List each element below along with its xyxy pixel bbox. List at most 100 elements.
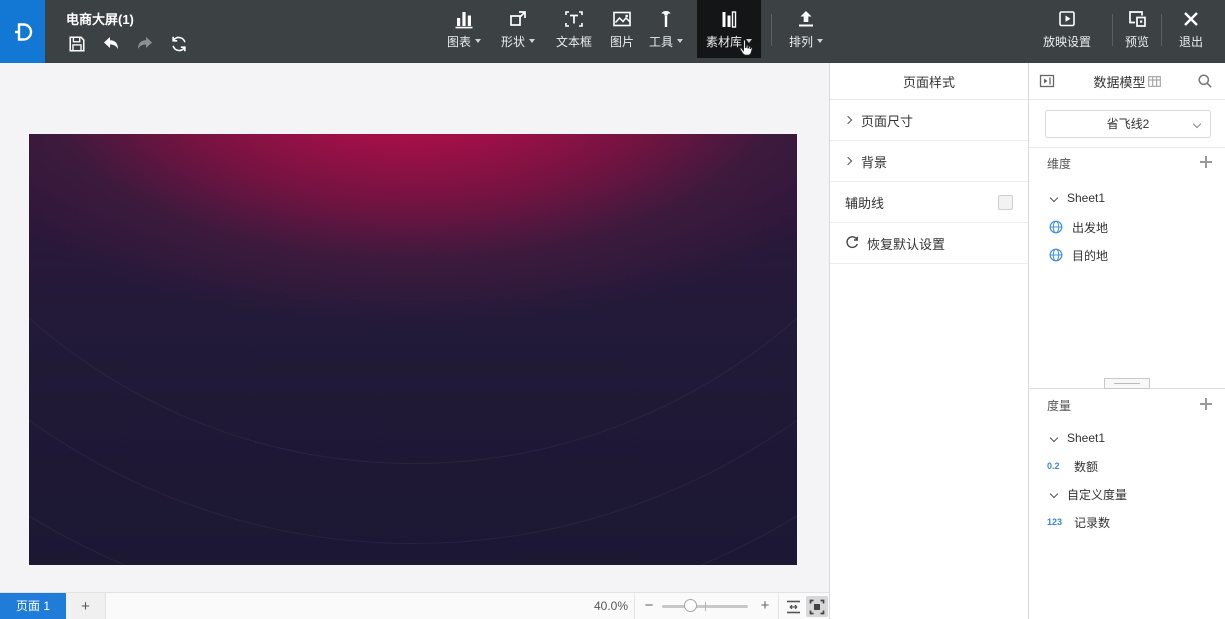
page-size-label: 页面尺寸 xyxy=(861,111,913,130)
measure-field-record-count[interactable]: 123 记录数 xyxy=(1029,511,1225,533)
undo-button[interactable] xyxy=(100,33,121,54)
chevron-right-icon xyxy=(844,157,852,165)
redo-icon xyxy=(135,35,155,53)
fit-screen-button[interactable] xyxy=(806,596,828,617)
zoom-slider-handle[interactable] xyxy=(684,599,697,612)
field-name: 出发地 xyxy=(1072,219,1108,236)
shape-icon xyxy=(507,9,529,29)
reset-icon xyxy=(845,236,859,250)
tool-label: 工具 xyxy=(649,33,673,50)
design-canvas[interactable] xyxy=(29,134,797,565)
toolbar-separator xyxy=(1161,14,1162,46)
search-fields-button[interactable] xyxy=(1197,73,1213,89)
background-section[interactable]: 背景 xyxy=(830,141,1028,182)
search-icon xyxy=(1197,73,1213,89)
measures-label: 度量 xyxy=(1047,397,1071,414)
page-style-panel-title: 页面样式 xyxy=(830,63,1028,100)
dimensions-label: 维度 xyxy=(1047,155,1071,172)
dataset-selector[interactable]: 省飞线2 xyxy=(1045,110,1211,138)
page-size-section[interactable]: 页面尺寸 xyxy=(830,100,1028,141)
collapse-panel-icon xyxy=(1039,73,1055,89)
toolbar-separator xyxy=(1112,14,1113,46)
tool-label: 文本框 xyxy=(556,33,592,50)
canvas-arc xyxy=(29,134,797,565)
tool-label: 图表 xyxy=(447,33,471,50)
tool-play-settings[interactable]: 放映设置 xyxy=(1030,0,1104,58)
measure-group-custom[interactable]: 自定义度量 xyxy=(1029,483,1225,505)
tool-label: 预览 xyxy=(1125,33,1149,50)
tool-textbox[interactable]: 文本框 xyxy=(548,0,600,58)
material-library-icon xyxy=(718,9,740,29)
tool-tools[interactable]: 工具 xyxy=(642,0,690,58)
workspace xyxy=(0,63,830,592)
tools-icon xyxy=(655,9,677,29)
background-label: 背景 xyxy=(861,152,887,171)
panel-resize-handle[interactable] xyxy=(1104,378,1150,389)
fit-width-button[interactable] xyxy=(782,596,804,617)
group-name: Sheet1 xyxy=(1067,431,1105,445)
top-toolbar: 电商大屏(1) 图表 形状 文本框 xyxy=(0,0,1225,63)
tool-material-library[interactable]: 素材库 xyxy=(697,0,761,58)
zoom-slider[interactable] xyxy=(662,605,748,608)
dropdown-caret-icon xyxy=(677,39,683,43)
data-model-title: 数据模型 xyxy=(1093,72,1145,91)
group-name: 自定义度量 xyxy=(1067,486,1127,503)
dimension-field-origin[interactable]: 出发地 xyxy=(1029,216,1225,238)
dropdown-caret-icon xyxy=(475,39,481,43)
dimension-group-sheet1[interactable]: Sheet1 xyxy=(1029,187,1225,209)
tool-label: 图片 xyxy=(610,33,634,50)
zoom-in-button[interactable]: + xyxy=(756,593,774,619)
zoom-out-button[interactable]: − xyxy=(640,593,658,619)
data-model-panel: 数据模型 省飞线2 维度 Sheet1 出发地 xyxy=(1028,63,1225,619)
tool-label: 素材库 xyxy=(706,33,742,50)
tool-image[interactable]: 图片 xyxy=(604,0,640,58)
bar-chart-icon xyxy=(453,9,475,29)
page-style-panel: 页面样式 页面尺寸 背景 辅助线 恢复默认设置 xyxy=(829,63,1028,619)
arrange-icon xyxy=(795,9,817,29)
guides-row: 辅助线 xyxy=(830,182,1028,223)
zoom-slider-tick xyxy=(705,602,706,611)
geo-globe-icon xyxy=(1049,248,1063,262)
collapse-panel-button[interactable] xyxy=(1039,73,1055,89)
guides-checkbox[interactable] xyxy=(998,195,1013,210)
field-name: 数额 xyxy=(1074,458,1098,475)
reset-defaults-button[interactable]: 恢复默认设置 xyxy=(830,223,1028,264)
tool-exit[interactable]: 退出 xyxy=(1168,0,1214,58)
chevron-down-icon xyxy=(1193,120,1201,128)
zoom-percentage: 40.0% xyxy=(576,593,628,619)
add-measure-button[interactable] xyxy=(1199,397,1213,411)
chevron-down-icon xyxy=(1050,490,1058,498)
chevron-down-icon xyxy=(1050,194,1058,202)
group-name: Sheet1 xyxy=(1067,191,1105,205)
save-icon xyxy=(68,35,86,53)
bottom-bar: 页面 1 + 40.0% − + xyxy=(0,592,830,619)
chevron-right-icon xyxy=(844,116,852,124)
data-panel-header: 数据模型 xyxy=(1029,63,1225,100)
textbox-icon xyxy=(563,9,585,29)
redo-button[interactable] xyxy=(134,33,155,54)
document-title: 电商大屏(1) xyxy=(66,9,134,28)
page-tab-1[interactable]: 页面 1 xyxy=(0,593,66,619)
fit-screen-icon xyxy=(809,599,825,615)
count-type-icon: 123 xyxy=(1047,517,1065,527)
image-icon xyxy=(611,9,633,29)
add-dimension-button[interactable] xyxy=(1199,155,1213,169)
dimension-field-destination[interactable]: 目的地 xyxy=(1029,244,1225,266)
tool-charts[interactable]: 图表 xyxy=(440,0,488,58)
field-name: 记录数 xyxy=(1074,514,1110,531)
tool-preview[interactable]: 预览 xyxy=(1118,0,1156,58)
app-window: 电商大屏(1) 图表 形状 文本框 xyxy=(0,0,1225,619)
fit-width-icon xyxy=(785,599,802,615)
save-button[interactable] xyxy=(66,33,87,54)
guides-label: 辅助线 xyxy=(845,193,884,212)
tool-arrange[interactable]: 排列 xyxy=(782,0,830,58)
grid-view-icon[interactable] xyxy=(1148,76,1161,87)
add-page-button[interactable]: + xyxy=(66,593,106,619)
dropdown-caret-icon xyxy=(746,39,752,43)
refresh-button[interactable] xyxy=(168,33,189,54)
measure-group-sheet1[interactable]: Sheet1 xyxy=(1029,427,1225,449)
measure-field-amount[interactable]: 0.2 数额 xyxy=(1029,455,1225,477)
preview-icon xyxy=(1126,9,1148,29)
tool-shapes[interactable]: 形状 xyxy=(494,0,542,58)
bottombar-divider xyxy=(778,593,779,619)
